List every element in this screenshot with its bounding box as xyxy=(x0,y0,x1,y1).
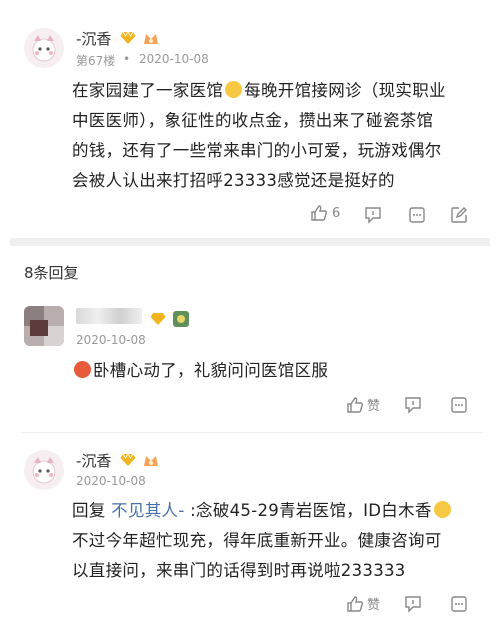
edit-icon[interactable] xyxy=(450,206,468,224)
level-badge-icon xyxy=(144,456,158,466)
content-line-2: 中医医师），象征性的收点金，攒出来了碰瓷茶馆 xyxy=(72,111,434,130)
vip-diamond-icon xyxy=(120,31,136,44)
vip-diamond-icon xyxy=(120,453,136,466)
replies-count: 8条回复 xyxy=(24,264,79,282)
avatar-image xyxy=(24,28,64,68)
reply-divider xyxy=(22,432,482,433)
post-content: 在家园建了一家医馆 每晚开馆接网诊（现实职业 中医医师），象征性的收点金，攒出来了… xyxy=(72,76,492,196)
like-button[interactable]: 6 xyxy=(310,204,340,222)
reply-content: 回复 不见其人- :念破45-29青岩医馆，ID白木香 不过今年超忙现充，得年底… xyxy=(72,496,492,586)
level-badge-icon xyxy=(144,34,158,44)
mention-link[interactable]: 不见其人- xyxy=(111,501,184,520)
reply-line-1: 回复 不见其人- :念破45-29青岩医馆，ID白木香 xyxy=(72,496,492,526)
blurred-avatar-image xyxy=(24,306,64,346)
avatar[interactable] xyxy=(24,306,64,346)
author-name[interactable]: -沉香 xyxy=(76,28,111,49)
comment-icon[interactable] xyxy=(404,396,422,414)
thumbs-up-icon xyxy=(347,396,363,413)
reply-text: 卧槽心动了，礼貌问问医馆区服 xyxy=(93,361,329,380)
like-count: 6 xyxy=(332,205,341,221)
avatar[interactable] xyxy=(24,28,64,68)
content-line-4: 会被人认出来打招呼23333感觉还是挺好的 xyxy=(72,171,395,190)
main-post: -沉香 第67楼 • 2020-10-08 在家园建了一家医馆 每晚开馆接网诊（现… xyxy=(0,0,500,236)
reply-date: 2020-10-08 xyxy=(76,474,146,488)
more-options-icon[interactable] xyxy=(450,396,468,414)
smile-emoji-icon xyxy=(225,81,243,98)
reply-content: 卧槽心动了，礼貌问问医馆区服 xyxy=(72,356,328,386)
floor-number: 第67楼 xyxy=(76,54,116,68)
like-button[interactable]: 赞 xyxy=(346,594,380,613)
more-options-icon[interactable] xyxy=(450,595,468,613)
comment-icon[interactable] xyxy=(404,595,422,613)
thumbs-up-icon xyxy=(311,205,327,221)
meta-dot: • xyxy=(123,52,131,66)
blurred-username xyxy=(76,308,142,324)
reply-line-3: 以直接问，来串门的话得到时再说啦233333 xyxy=(72,561,406,580)
comment-icon[interactable] xyxy=(364,206,382,224)
thumbs-up-icon xyxy=(347,595,363,612)
reply-date: 2020-10-08 xyxy=(76,333,146,347)
reply-text-1: :念破45-29青岩医馆，ID白木香 xyxy=(190,501,432,520)
avatar[interactable] xyxy=(24,450,64,490)
like-button[interactable]: 赞 xyxy=(346,395,380,414)
like-label: 赞 xyxy=(367,598,381,613)
vip-diamond-icon xyxy=(150,313,166,325)
more-options-icon[interactable] xyxy=(408,206,426,224)
level-badge-icon xyxy=(173,311,189,327)
content-line-3: 的钱，还有了一些常来串门的小可爱，玩游戏偶尔 xyxy=(72,141,442,160)
content-line-1: 在家园建了一家医馆 每晚开馆接网诊（现实职业 xyxy=(72,76,492,106)
surprised-emoji-icon xyxy=(74,361,91,378)
smile-emoji-icon xyxy=(433,501,451,518)
avatar-image xyxy=(24,450,64,490)
post-date: 2020-10-08 xyxy=(139,52,209,66)
content-text-1b: 每晚开馆接网诊（现实职业 xyxy=(244,81,446,100)
section-divider xyxy=(10,238,490,246)
reply-prefix: 回复 xyxy=(72,501,106,520)
reply-line-2: 不过今年超忙现充，得年底重新开业。健康咨询可 xyxy=(72,531,442,550)
author-name[interactable]: -沉香 xyxy=(76,450,111,471)
like-label: 赞 xyxy=(367,399,381,414)
content-text-1a: 在家园建了一家医馆 xyxy=(72,81,224,100)
